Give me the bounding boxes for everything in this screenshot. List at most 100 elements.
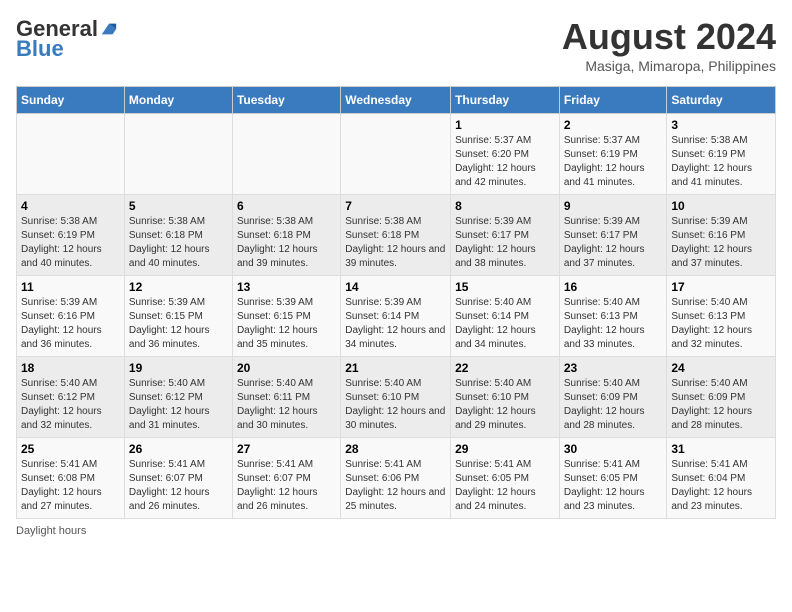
day-number: 26	[129, 442, 228, 456]
calendar-cell: 5 Sunrise: 5:38 AM Sunset: 6:18 PM Daylig…	[124, 195, 232, 276]
calendar-cell: 23 Sunrise: 5:40 AM Sunset: 6:09 PM Dayli…	[559, 357, 667, 438]
day-number: 28	[345, 442, 446, 456]
day-info: Sunrise: 5:41 AM Sunset: 6:05 PM Dayligh…	[564, 458, 663, 514]
day-number: 4	[21, 199, 120, 213]
day-number: 30	[564, 442, 663, 456]
day-info: Sunrise: 5:41 AM Sunset: 6:07 PM Dayligh…	[129, 458, 228, 514]
calendar-cell: 15 Sunrise: 5:40 AM Sunset: 6:14 PM Dayli…	[451, 276, 560, 357]
calendar-cell	[124, 114, 232, 195]
day-info: Sunrise: 5:40 AM Sunset: 6:12 PM Dayligh…	[21, 377, 120, 433]
day-header-wednesday: Wednesday	[341, 87, 451, 114]
day-number: 27	[237, 442, 336, 456]
calendar-cell: 18Sunrise: 5:40 AM Sunset: 6:12 PM Dayli…	[17, 357, 125, 438]
day-info: Sunrise: 5:40 AM Sunset: 6:10 PM Dayligh…	[345, 377, 446, 433]
calendar-week-1: 1 Sunrise: 5:37 AM Sunset: 6:20 PM Daylig…	[17, 114, 776, 195]
day-number: 29	[455, 442, 555, 456]
calendar-table: SundayMondayTuesdayWednesdayThursdayFrid…	[16, 86, 776, 519]
day-info: Sunrise: 5:39 AM Sunset: 6:16 PM Dayligh…	[671, 215, 771, 271]
day-number: 10	[671, 199, 771, 213]
day-header-sunday: Sunday	[17, 87, 125, 114]
calendar-cell: 10 Sunrise: 5:39 AM Sunset: 6:16 PM Dayli…	[667, 195, 776, 276]
day-number: 15	[455, 280, 555, 294]
day-info: Sunrise: 5:40 AM Sunset: 6:12 PM Dayligh…	[129, 377, 228, 433]
day-number: 20	[237, 361, 336, 375]
day-info: Sunrise: 5:39 AM Sunset: 6:17 PM Dayligh…	[564, 215, 663, 271]
day-number: 22	[455, 361, 555, 375]
calendar-week-3: 11Sunrise: 5:39 AM Sunset: 6:16 PM Dayli…	[17, 276, 776, 357]
logo-blue-text: Blue	[16, 36, 64, 62]
calendar-week-5: 25Sunrise: 5:41 AM Sunset: 6:08 PM Dayli…	[17, 438, 776, 519]
day-number: 1	[455, 118, 555, 132]
calendar-cell: 24 Sunrise: 5:40 AM Sunset: 6:09 PM Dayli…	[667, 357, 776, 438]
day-info: Sunrise: 5:37 AM Sunset: 6:20 PM Dayligh…	[455, 134, 555, 190]
day-info: Sunrise: 5:41 AM Sunset: 6:05 PM Dayligh…	[455, 458, 555, 514]
day-info: Sunrise: 5:40 AM Sunset: 6:13 PM Dayligh…	[671, 296, 771, 352]
calendar-header-row: SundayMondayTuesdayWednesdayThursdayFrid…	[17, 87, 776, 114]
day-number: 24	[671, 361, 771, 375]
title-area: August 2024 Masiga, Mimaropa, Philippine…	[562, 16, 776, 74]
calendar-cell	[17, 114, 125, 195]
calendar-cell	[341, 114, 451, 195]
day-info: Sunrise: 5:39 AM Sunset: 6:17 PM Dayligh…	[455, 215, 555, 271]
day-info: Sunrise: 5:38 AM Sunset: 6:19 PM Dayligh…	[21, 215, 120, 271]
day-info: Sunrise: 5:38 AM Sunset: 6:18 PM Dayligh…	[345, 215, 446, 271]
calendar-cell: 11Sunrise: 5:39 AM Sunset: 6:16 PM Dayli…	[17, 276, 125, 357]
calendar-cell: 16Sunrise: 5:40 AM Sunset: 6:13 PM Dayli…	[559, 276, 667, 357]
calendar-cell: 8 Sunrise: 5:39 AM Sunset: 6:17 PM Daylig…	[451, 195, 560, 276]
day-number: 23	[564, 361, 663, 375]
footer: Daylight hours	[16, 525, 776, 537]
day-info: Sunrise: 5:39 AM Sunset: 6:15 PM Dayligh…	[129, 296, 228, 352]
day-number: 9	[564, 199, 663, 213]
header: General Blue August 2024 Masiga, Mimarop…	[16, 16, 776, 74]
location: Masiga, Mimaropa, Philippines	[562, 58, 776, 74]
calendar-cell: 21 Sunrise: 5:40 AM Sunset: 6:10 PM Dayli…	[341, 357, 451, 438]
day-info: Sunrise: 5:38 AM Sunset: 6:19 PM Dayligh…	[671, 134, 771, 190]
day-info: Sunrise: 5:40 AM Sunset: 6:11 PM Dayligh…	[237, 377, 336, 433]
day-info: Sunrise: 5:39 AM Sunset: 6:15 PM Dayligh…	[237, 296, 336, 352]
day-header-monday: Monday	[124, 87, 232, 114]
calendar-cell	[232, 114, 340, 195]
day-number: 31	[671, 442, 771, 456]
day-info: Sunrise: 5:39 AM Sunset: 6:14 PM Dayligh…	[345, 296, 446, 352]
calendar-cell: 3 Sunrise: 5:38 AM Sunset: 6:19 PM Daylig…	[667, 114, 776, 195]
calendar-cell: 22 Sunrise: 5:40 AM Sunset: 6:10 PM Dayli…	[451, 357, 560, 438]
calendar-cell: 12Sunrise: 5:39 AM Sunset: 6:15 PM Dayli…	[124, 276, 232, 357]
day-number: 21	[345, 361, 446, 375]
day-number: 8	[455, 199, 555, 213]
day-number: 2	[564, 118, 663, 132]
day-number: 17	[671, 280, 771, 294]
day-number: 3	[671, 118, 771, 132]
day-number: 6	[237, 199, 336, 213]
calendar-cell: 20 Sunrise: 5:40 AM Sunset: 6:11 PM Dayli…	[232, 357, 340, 438]
day-header-friday: Friday	[559, 87, 667, 114]
calendar-cell: 4 Sunrise: 5:38 AM Sunset: 6:19 PM Daylig…	[17, 195, 125, 276]
calendar-cell: 9 Sunrise: 5:39 AM Sunset: 6:17 PM Daylig…	[559, 195, 667, 276]
calendar-cell: 7 Sunrise: 5:38 AM Sunset: 6:18 PM Daylig…	[341, 195, 451, 276]
day-header-thursday: Thursday	[451, 87, 560, 114]
day-number: 25	[21, 442, 120, 456]
day-info: Sunrise: 5:40 AM Sunset: 6:09 PM Dayligh…	[671, 377, 771, 433]
daylight-label: Daylight hours	[16, 525, 86, 537]
calendar-cell: 30 Sunrise: 5:41 AM Sunset: 6:05 PM Dayli…	[559, 438, 667, 519]
day-info: Sunrise: 5:38 AM Sunset: 6:18 PM Dayligh…	[129, 215, 228, 271]
day-number: 5	[129, 199, 228, 213]
calendar-cell: 17 Sunrise: 5:40 AM Sunset: 6:13 PM Dayli…	[667, 276, 776, 357]
day-info: Sunrise: 5:40 AM Sunset: 6:13 PM Dayligh…	[564, 296, 663, 352]
day-number: 13	[237, 280, 336, 294]
logo-icon	[100, 20, 118, 38]
day-info: Sunrise: 5:41 AM Sunset: 6:07 PM Dayligh…	[237, 458, 336, 514]
day-info: Sunrise: 5:40 AM Sunset: 6:14 PM Dayligh…	[455, 296, 555, 352]
day-number: 11	[21, 280, 120, 294]
calendar-cell: 13 Sunrise: 5:39 AM Sunset: 6:15 PM Dayli…	[232, 276, 340, 357]
day-info: Sunrise: 5:41 AM Sunset: 6:04 PM Dayligh…	[671, 458, 771, 514]
day-number: 7	[345, 199, 446, 213]
calendar-cell: 1 Sunrise: 5:37 AM Sunset: 6:20 PM Daylig…	[451, 114, 560, 195]
day-info: Sunrise: 5:40 AM Sunset: 6:09 PM Dayligh…	[564, 377, 663, 433]
calendar-cell: 29 Sunrise: 5:41 AM Sunset: 6:05 PM Dayli…	[451, 438, 560, 519]
day-header-tuesday: Tuesday	[232, 87, 340, 114]
calendar-body: 1 Sunrise: 5:37 AM Sunset: 6:20 PM Daylig…	[17, 114, 776, 519]
day-info: Sunrise: 5:37 AM Sunset: 6:19 PM Dayligh…	[564, 134, 663, 190]
calendar-cell: 28Sunrise: 5:41 AM Sunset: 6:06 PM Dayli…	[341, 438, 451, 519]
logo: General Blue	[16, 16, 118, 62]
day-info: Sunrise: 5:40 AM Sunset: 6:10 PM Dayligh…	[455, 377, 555, 433]
